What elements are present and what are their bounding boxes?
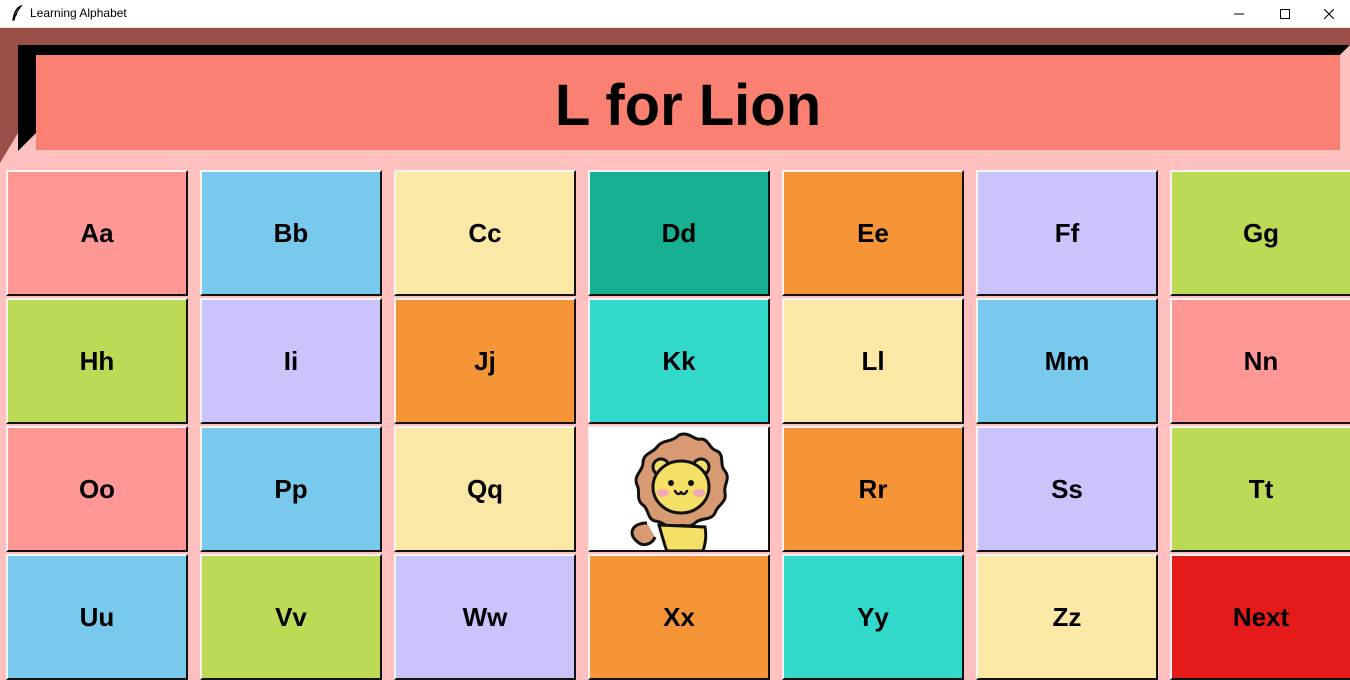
tile-label: Uu bbox=[79, 601, 115, 632]
tile-label: Ww bbox=[462, 601, 508, 632]
close-icon bbox=[1324, 8, 1334, 19]
letter-tile-yy[interactable]: Yy bbox=[782, 554, 964, 680]
letter-tile-qq[interactable]: Qq bbox=[394, 426, 576, 552]
letter-tile-rr[interactable]: Rr bbox=[782, 426, 964, 552]
letter-tile-hh[interactable]: Hh bbox=[6, 298, 188, 424]
letter-tile-jj[interactable]: Jj bbox=[394, 298, 576, 424]
letter-tile-kk[interactable]: Kk bbox=[588, 298, 770, 424]
tile-label: Qq bbox=[466, 473, 504, 504]
letter-tile-mm[interactable]: Mm bbox=[976, 298, 1158, 424]
tile-label: Ff bbox=[1054, 217, 1080, 248]
letter-tile-nn[interactable]: Nn bbox=[1170, 298, 1350, 424]
tile-label: Hh bbox=[79, 345, 115, 376]
letter-tile-ss[interactable]: Ss bbox=[976, 426, 1158, 552]
tile-label: Pp bbox=[274, 473, 308, 504]
tile-label: Jj bbox=[474, 345, 496, 376]
tile-label: Ll bbox=[861, 345, 885, 376]
maximize-button[interactable] bbox=[1262, 0, 1308, 27]
letter-tile-ww[interactable]: Ww bbox=[394, 554, 576, 680]
window-title: Learning Alphabet bbox=[30, 6, 127, 20]
letter-tile-ii[interactable]: Ii bbox=[200, 298, 382, 424]
letter-tile-oo[interactable]: Oo bbox=[6, 426, 188, 552]
letter-tile-ee[interactable]: Ee bbox=[782, 170, 964, 296]
letter-tile-bb[interactable]: Bb bbox=[200, 170, 382, 296]
lion-picture-tile[interactable] bbox=[588, 426, 770, 552]
tile-label: Next bbox=[1232, 601, 1290, 632]
next-button[interactable]: Next bbox=[1170, 554, 1350, 680]
tile-label: Kk bbox=[662, 345, 696, 376]
tile-label: Oo bbox=[78, 473, 116, 504]
maximize-icon bbox=[1280, 8, 1290, 19]
tile-label: Yy bbox=[857, 601, 889, 632]
tile-label: Dd bbox=[661, 217, 697, 248]
title-bar: Learning Alphabet bbox=[0, 0, 1350, 28]
letter-tile-aa[interactable]: Aa bbox=[6, 170, 188, 296]
letter-tile-ll[interactable]: Ll bbox=[782, 298, 964, 424]
tile-label: Tt bbox=[1248, 473, 1274, 504]
lion-icon bbox=[630, 432, 729, 551]
letter-tile-ff[interactable]: Ff bbox=[976, 170, 1158, 296]
feather-icon bbox=[12, 5, 23, 21]
tile-label: Nn bbox=[1243, 345, 1279, 376]
tile-label: Cc bbox=[468, 217, 502, 248]
tile-label: Zz bbox=[1052, 601, 1082, 632]
minimize-icon bbox=[1234, 13, 1244, 14]
letter-tile-dd[interactable]: Dd bbox=[588, 170, 770, 296]
tile-label: Vv bbox=[275, 601, 307, 632]
letter-tile-pp[interactable]: Pp bbox=[200, 426, 382, 552]
tile-label: Aa bbox=[80, 217, 114, 248]
title-banner: L for Lion bbox=[0, 28, 1350, 163]
letter-tile-gg[interactable]: Gg bbox=[1170, 170, 1350, 296]
tile-label: Bb bbox=[273, 217, 309, 248]
minimize-button[interactable] bbox=[1216, 0, 1262, 27]
letter-tile-cc[interactable]: Cc bbox=[394, 170, 576, 296]
tile-label: Ss bbox=[1051, 473, 1083, 504]
tile-label: Rr bbox=[858, 473, 888, 504]
tile-label: Ii bbox=[283, 345, 299, 376]
tile-label: Mm bbox=[1044, 345, 1090, 376]
letter-tile-uu[interactable]: Uu bbox=[6, 554, 188, 680]
letter-tile-xx[interactable]: Xx bbox=[588, 554, 770, 680]
tile-label: Gg bbox=[1242, 217, 1280, 248]
tile-label: Ee bbox=[857, 217, 889, 248]
letter-tile-tt[interactable]: Tt bbox=[1170, 426, 1350, 552]
letter-tile-vv[interactable]: Vv bbox=[200, 554, 382, 680]
close-button[interactable] bbox=[1306, 0, 1350, 27]
banner-title: L for Lion bbox=[554, 72, 822, 138]
tile-label: Xx bbox=[663, 601, 695, 632]
letter-tile-zz[interactable]: Zz bbox=[976, 554, 1158, 680]
